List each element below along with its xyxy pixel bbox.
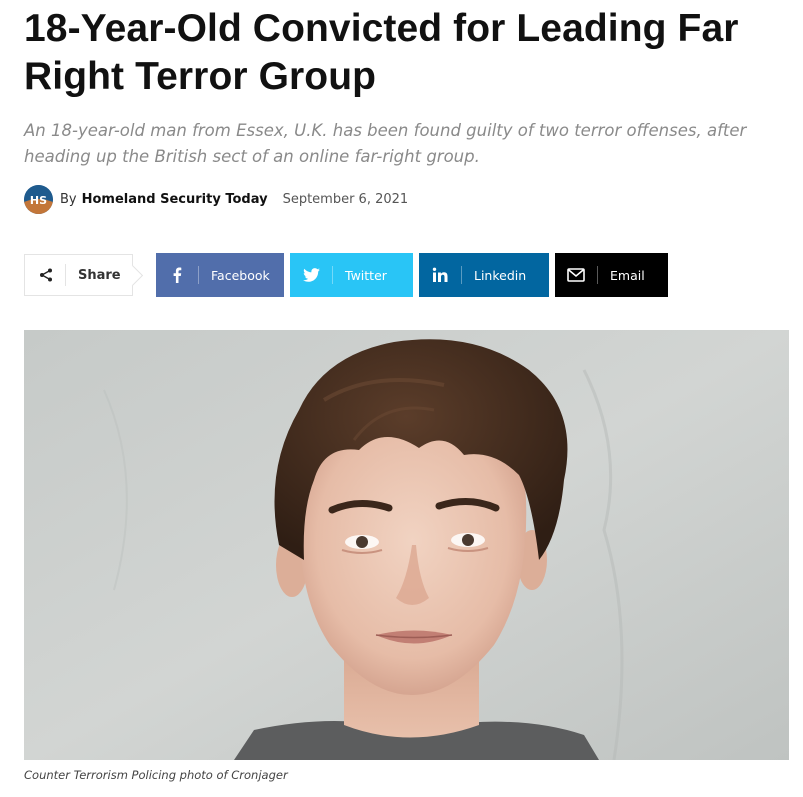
linkedin-separator bbox=[461, 266, 462, 284]
linkedin-label: Linkedin bbox=[474, 267, 527, 283]
author-avatar-text: HS bbox=[30, 194, 47, 207]
share-button[interactable]: Share bbox=[24, 254, 133, 296]
share-bar: Share Facebook Twitter Linkedin Email bbox=[24, 253, 674, 297]
article-subtitle: An 18-year-old man from Essex, U.K. has … bbox=[24, 121, 747, 166]
facebook-icon bbox=[156, 253, 198, 297]
byline: HS By Homeland Security Today September … bbox=[24, 184, 408, 214]
facebook-separator bbox=[198, 266, 199, 284]
linkedin-icon bbox=[419, 253, 461, 297]
article-photo bbox=[24, 330, 789, 760]
twitter-share-button[interactable]: Twitter bbox=[290, 253, 413, 297]
byline-prefix: By bbox=[60, 191, 77, 207]
publish-date: September 6, 2021 bbox=[282, 191, 409, 207]
email-label: Email bbox=[610, 267, 645, 283]
share-icon bbox=[37, 266, 55, 284]
twitter-label: Twitter bbox=[345, 267, 387, 283]
article-title: 18-Year-Old Convicted for Leading Far Ri… bbox=[24, 7, 739, 98]
twitter-icon bbox=[290, 253, 332, 297]
facebook-label: Facebook bbox=[211, 267, 270, 283]
share-label: Share bbox=[78, 267, 121, 283]
photo-caption: Counter Terrorism Policing photo of Cron… bbox=[24, 768, 288, 782]
email-separator bbox=[597, 266, 598, 284]
author-link[interactable]: Homeland Security Today bbox=[82, 192, 268, 207]
twitter-separator bbox=[332, 266, 333, 284]
facebook-share-button[interactable]: Facebook bbox=[156, 253, 284, 297]
article-page: 18-Year-Old Convicted for Leading Far Ri… bbox=[0, 0, 803, 797]
email-icon bbox=[555, 253, 597, 297]
share-separator bbox=[65, 264, 66, 286]
linkedin-share-button[interactable]: Linkedin bbox=[419, 253, 549, 297]
email-share-button[interactable]: Email bbox=[555, 253, 668, 297]
author-logo-icon: HS bbox=[24, 184, 53, 214]
author-avatar[interactable]: HS bbox=[24, 184, 53, 214]
portrait-image bbox=[24, 330, 789, 760]
